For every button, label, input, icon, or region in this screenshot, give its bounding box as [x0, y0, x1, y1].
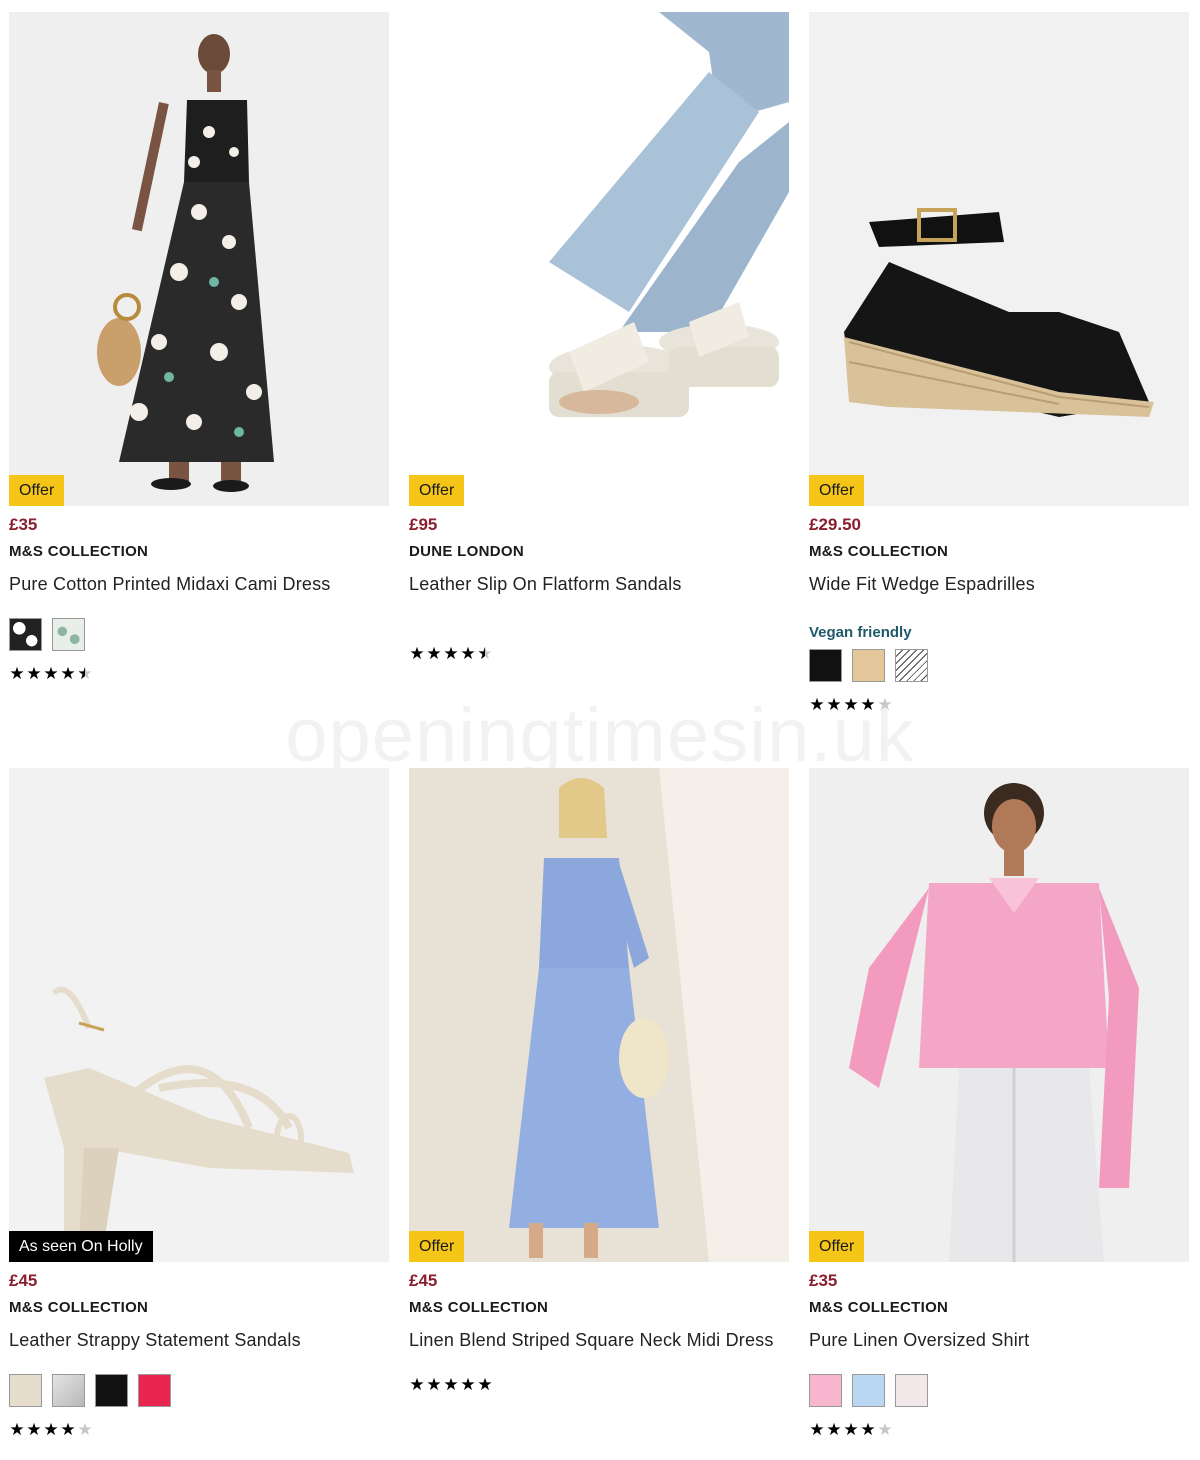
rating-stars: ★ ★ ★ ★ ★	[9, 1421, 389, 1439]
product-title[interactable]: Pure Cotton Printed Midaxi Cami Dress	[9, 570, 389, 598]
colour-swatches	[9, 1374, 389, 1407]
rating-stars: ★ ★ ★ ★ ★	[9, 665, 389, 683]
star-icon: ★	[460, 644, 476, 663]
vegan-label: Vegan friendly	[809, 624, 912, 641]
star-icon: ★	[809, 695, 825, 714]
as-seen-on-badge: As seen On Holly	[9, 1231, 153, 1262]
product-brand: M&S COLLECTION	[809, 543, 949, 560]
colour-swatches	[9, 618, 389, 651]
product-price: £35	[809, 1271, 838, 1290]
offer-badge: Offer	[9, 475, 65, 506]
half-star-icon: ★	[77, 664, 93, 683]
swatch-print-green[interactable]	[52, 618, 85, 651]
star-icon: ★	[26, 1420, 42, 1439]
star-icon: ★	[809, 1420, 825, 1439]
offer-badge: Offer	[809, 475, 865, 506]
product-price: £45	[409, 1271, 438, 1290]
product-image-linen-dress[interactable]: Offer	[409, 768, 789, 1262]
product-image-dress[interactable]: Offer	[9, 12, 389, 506]
star-icon: ★	[877, 1420, 893, 1439]
star-icon: ★	[43, 664, 59, 683]
product-price: £95	[409, 515, 438, 534]
product-title[interactable]: Pure Linen Oversized Shirt	[809, 1326, 1189, 1354]
product-card[interactable]: Offer £45 M&S COLLECTION Linen Blend Str…	[409, 768, 789, 1460]
product-grid: Offer £35 M&S COLLECTION Pure Cotton Pri…	[9, 12, 1191, 767]
product-title[interactable]: Leather Slip On Flatform Sandals	[409, 570, 789, 598]
product-title[interactable]: Wide Fit Wedge Espadrilles	[809, 570, 1189, 598]
star-icon: ★	[77, 1420, 93, 1439]
product-price: £35	[9, 515, 38, 534]
rating-stars: ★ ★ ★ ★ ★	[809, 696, 1189, 714]
star-icon: ★	[60, 664, 76, 683]
star-icon: ★	[409, 644, 425, 663]
product-card[interactable]: Offer £35 M&S COLLECTION Pure Linen Over…	[809, 768, 1189, 1460]
swatch-natural[interactable]	[852, 649, 885, 682]
product-title[interactable]: Leather Strappy Statement Sandals	[9, 1326, 389, 1354]
swatch-print-black[interactable]	[9, 618, 42, 651]
star-icon: ★	[26, 664, 42, 683]
rating-stars: ★ ★ ★ ★ ★	[409, 645, 789, 663]
star-icon: ★	[843, 695, 859, 714]
star-icon: ★	[43, 1420, 59, 1439]
product-price: £29.50	[809, 515, 861, 534]
star-icon: ★	[60, 1420, 76, 1439]
rating-stars: ★ ★ ★ ★ ★	[409, 1376, 789, 1394]
star-icon: ★	[443, 1375, 459, 1394]
swatch-multi[interactable]	[895, 649, 928, 682]
star-icon: ★	[877, 695, 893, 714]
product-card[interactable]: Offer £95 DUNE LONDON Leather Slip On Fl…	[409, 12, 789, 767]
swatch-pink[interactable]	[138, 1374, 171, 1407]
star-icon: ★	[9, 664, 25, 683]
star-icon: ★	[443, 644, 459, 663]
product-brand: M&S COLLECTION	[9, 543, 149, 560]
star-icon: ★	[477, 1375, 493, 1394]
offer-badge: Offer	[409, 1231, 465, 1262]
star-icon: ★	[860, 1420, 876, 1439]
star-icon: ★	[426, 644, 442, 663]
product-image-sandals[interactable]: Offer	[409, 12, 789, 506]
star-icon: ★	[826, 695, 842, 714]
offer-badge: Offer	[809, 1231, 865, 1262]
swatch-black[interactable]	[809, 649, 842, 682]
product-card[interactable]: Offer £35 M&S COLLECTION Pure Cotton Pri…	[9, 12, 389, 767]
star-icon: ★	[843, 1420, 859, 1439]
swatch-pink[interactable]	[809, 1374, 842, 1407]
swatch-cream[interactable]	[9, 1374, 42, 1407]
colour-swatches	[809, 649, 1189, 682]
swatch-light-pink[interactable]	[895, 1374, 928, 1407]
product-image-espadrilles[interactable]: Offer	[809, 12, 1189, 506]
product-title[interactable]: Linen Blend Striped Square Neck Midi Dre…	[409, 1326, 789, 1354]
star-icon: ★	[409, 1375, 425, 1394]
product-brand: M&S COLLECTION	[409, 1299, 549, 1316]
product-brand: DUNE LONDON	[409, 543, 524, 560]
product-grid-row-2: As seen On Holly £45 M&S COLLECTION Leat…	[9, 768, 1191, 1460]
star-icon: ★	[426, 1375, 442, 1394]
product-price: £45	[9, 1271, 38, 1290]
star-icon: ★	[9, 1420, 25, 1439]
swatch-blue[interactable]	[852, 1374, 885, 1407]
product-brand: M&S COLLECTION	[809, 1299, 949, 1316]
product-image-linen-shirt[interactable]: Offer	[809, 768, 1189, 1262]
star-icon: ★	[860, 695, 876, 714]
star-icon: ★	[826, 1420, 842, 1439]
product-card[interactable]: As seen On Holly £45 M&S COLLECTION Leat…	[9, 768, 389, 1460]
product-image-strappy-sandals[interactable]: As seen On Holly	[9, 768, 389, 1262]
swatch-silver[interactable]	[52, 1374, 85, 1407]
star-icon: ★	[460, 1375, 476, 1394]
half-star-icon: ★	[477, 644, 493, 663]
offer-badge: Offer	[409, 475, 465, 506]
product-card[interactable]: Offer £29.50 M&S COLLECTION Wide Fit Wed…	[809, 12, 1189, 767]
rating-stars: ★ ★ ★ ★ ★	[809, 1421, 1189, 1439]
product-brand: M&S COLLECTION	[9, 1299, 149, 1316]
swatch-black[interactable]	[95, 1374, 128, 1407]
colour-swatches	[809, 1374, 1189, 1407]
